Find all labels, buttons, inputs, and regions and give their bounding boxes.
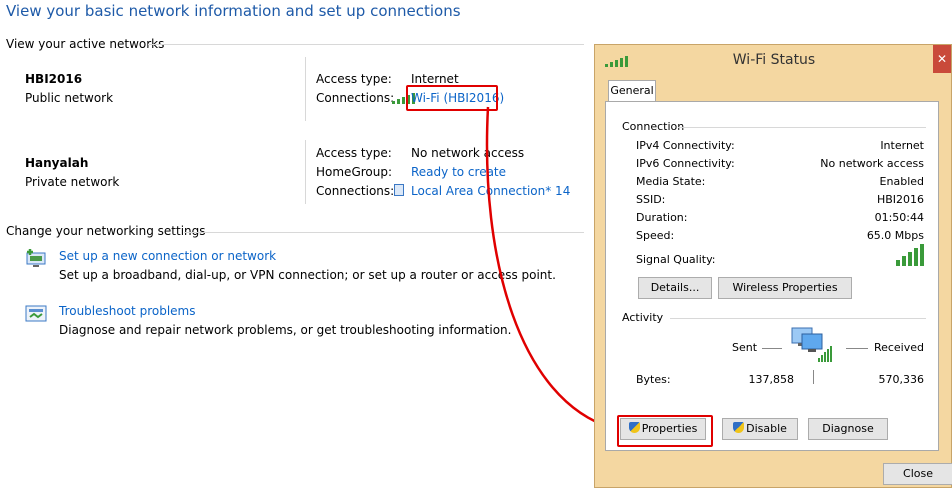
network-computers-icon bbox=[790, 324, 836, 366]
close-button[interactable]: Close bbox=[883, 463, 952, 485]
ipv4-label: IPv4 Connectivity: bbox=[636, 139, 735, 152]
bytes-sent-value: 137,858 bbox=[748, 373, 795, 386]
disable-button[interactable]: Disable bbox=[722, 418, 798, 440]
speed-value: 65.0 Mbps bbox=[866, 229, 924, 242]
signal-quality-label: Signal Quality: bbox=[636, 253, 716, 266]
tab-general[interactable]: General bbox=[608, 80, 656, 102]
media-state-label: Media State: bbox=[636, 175, 706, 188]
ssid-value: HBI2016 bbox=[876, 193, 924, 206]
shield-icon bbox=[733, 422, 745, 433]
connection-heading: Connection bbox=[622, 120, 685, 133]
duration-value: 01:50:44 bbox=[874, 211, 924, 224]
diagnose-button[interactable]: Diagnose bbox=[808, 418, 888, 440]
group-divider bbox=[670, 318, 926, 319]
activity-heading: Activity bbox=[622, 311, 664, 324]
bytes-label: Bytes: bbox=[636, 373, 671, 386]
ipv6-value: No network access bbox=[820, 157, 924, 170]
received-line bbox=[846, 348, 868, 349]
signal-quality-icon bbox=[896, 242, 924, 266]
speed-label: Speed: bbox=[636, 229, 675, 242]
media-state-value: Enabled bbox=[879, 175, 924, 188]
sent-line bbox=[762, 348, 782, 349]
received-label: Received bbox=[873, 341, 924, 354]
activity-divider bbox=[813, 370, 814, 384]
wifi-status-dialog: Wi-Fi Status ✕ General Connection IPv4 C… bbox=[594, 44, 952, 488]
dialog-title: Wi-Fi Status bbox=[732, 52, 816, 68]
group-divider bbox=[678, 127, 926, 128]
sent-label: Sent bbox=[732, 341, 758, 354]
disable-label: Disable bbox=[746, 422, 787, 435]
details-button[interactable]: Details... bbox=[638, 277, 712, 299]
bytes-received-value: 570,336 bbox=[878, 373, 925, 386]
highlight-box bbox=[617, 415, 713, 447]
duration-label: Duration: bbox=[636, 211, 688, 224]
wireless-properties-button[interactable]: Wireless Properties bbox=[718, 277, 852, 299]
ipv4-value: Internet bbox=[880, 139, 924, 152]
ssid-label: SSID: bbox=[636, 193, 666, 206]
general-panel: Connection IPv4 Connectivity: Internet I… bbox=[605, 101, 939, 451]
ipv6-label: IPv6 Connectivity: bbox=[636, 157, 735, 170]
close-icon[interactable]: ✕ bbox=[933, 45, 951, 73]
